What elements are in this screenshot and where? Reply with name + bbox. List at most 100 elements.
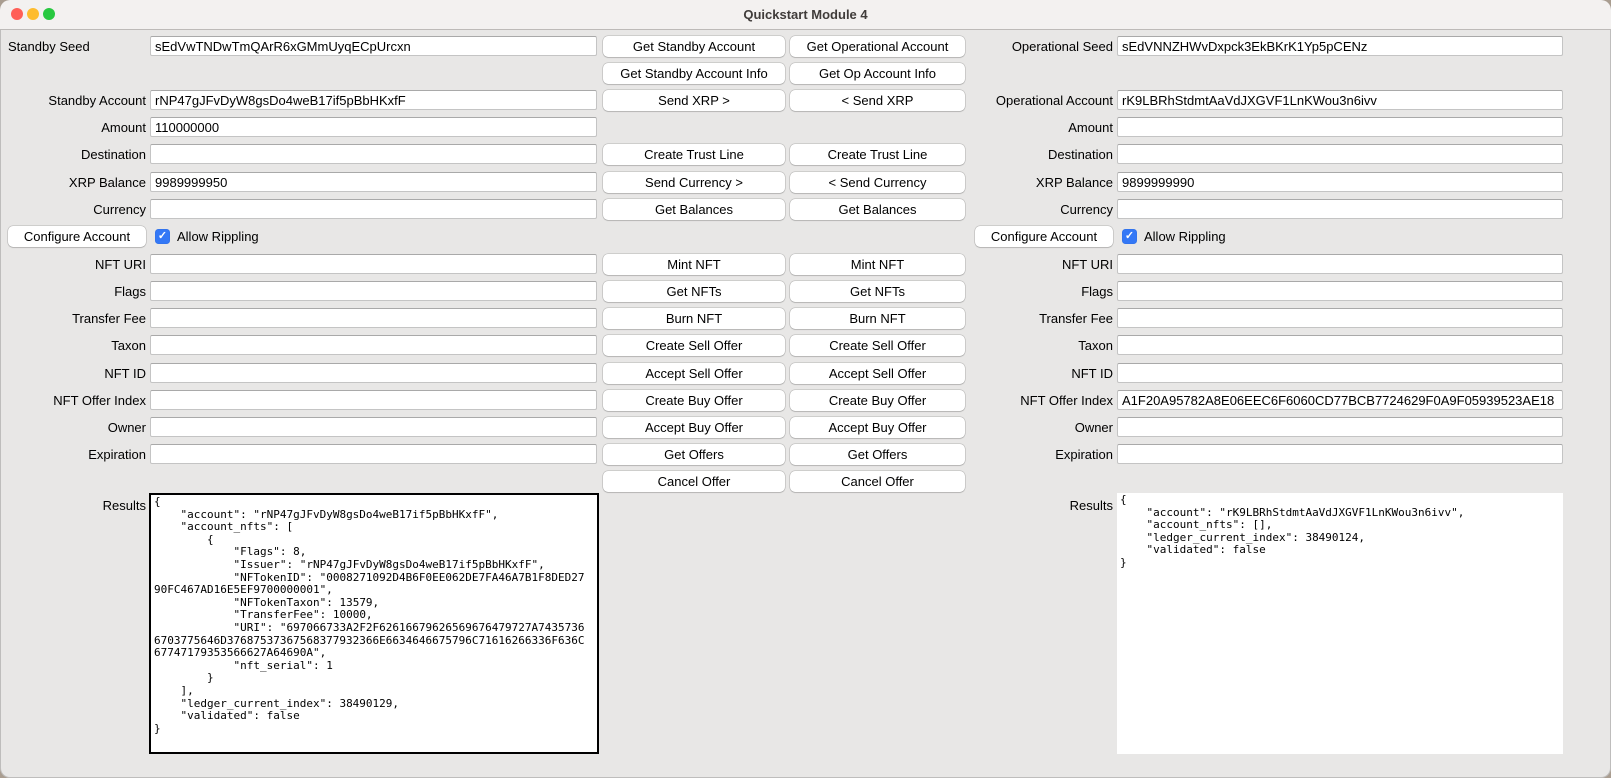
- standby-nft-id-input[interactable]: [150, 363, 597, 383]
- operational-configure-account-button[interactable]: Configure Account: [975, 226, 1113, 247]
- standby-destination-label: Destination: [0, 144, 146, 165]
- operational-destination-label: Destination: [945, 144, 1113, 165]
- operational-mint-nft-button[interactable]: Mint NFT: [790, 254, 965, 275]
- operational-seed-label: Operational Seed: [945, 36, 1113, 57]
- standby-seed-input[interactable]: [150, 36, 597, 56]
- get-standby-account-button[interactable]: Get Standby Account: [603, 36, 785, 57]
- operational-create-buy-offer-button[interactable]: Create Buy Offer: [790, 390, 965, 411]
- operational-send-xrp-button[interactable]: < Send XRP: [790, 90, 965, 111]
- operational-seed-input[interactable]: [1117, 36, 1563, 56]
- standby-xrp-balance-input[interactable]: [150, 172, 597, 192]
- standby-mint-nft-button[interactable]: Mint NFT: [603, 254, 785, 275]
- standby-expiration-input[interactable]: [150, 444, 597, 464]
- standby-currency-label: Currency: [0, 199, 146, 220]
- operational-expiration-input[interactable]: [1117, 444, 1563, 464]
- operational-destination-input[interactable]: [1117, 144, 1563, 164]
- close-button[interactable]: [11, 8, 23, 20]
- operational-results-label: Results: [945, 497, 1113, 515]
- get-operational-account-button[interactable]: Get Operational Account: [790, 36, 965, 57]
- standby-get-offers-button[interactable]: Get Offers: [603, 444, 785, 465]
- standby-nft-id-label: NFT ID: [0, 363, 146, 384]
- standby-xrp-balance-label: XRP Balance: [0, 172, 146, 193]
- operational-send-currency-button[interactable]: < Send Currency: [790, 172, 965, 193]
- standby-account-label: Standby Account: [0, 90, 146, 111]
- operational-transfer-fee-input[interactable]: [1117, 308, 1563, 328]
- standby-create-trust-line-button[interactable]: Create Trust Line: [603, 144, 785, 165]
- standby-accept-buy-offer-button[interactable]: Accept Buy Offer: [603, 417, 785, 438]
- standby-accept-sell-offer-button[interactable]: Accept Sell Offer: [603, 363, 785, 384]
- standby-owner-label: Owner: [0, 417, 146, 438]
- standby-destination-input[interactable]: [150, 144, 597, 164]
- get-standby-account-info-button[interactable]: Get Standby Account Info: [603, 63, 785, 84]
- operational-nft-uri-label: NFT URI: [945, 254, 1113, 275]
- operational-currency-input[interactable]: [1117, 199, 1563, 219]
- operational-taxon-label: Taxon: [945, 335, 1113, 356]
- operational-create-sell-offer-button[interactable]: Create Sell Offer: [790, 335, 965, 356]
- operational-nft-offer-index-input[interactable]: [1117, 390, 1563, 410]
- get-op-account-info-button[interactable]: Get Op Account Info: [790, 63, 965, 84]
- operational-account-input[interactable]: [1117, 90, 1563, 110]
- operational-nft-uri-input[interactable]: [1117, 254, 1563, 274]
- operational-flags-label: Flags: [945, 281, 1113, 302]
- standby-currency-input[interactable]: [150, 199, 597, 219]
- standby-create-sell-offer-button[interactable]: Create Sell Offer: [603, 335, 785, 356]
- operational-get-balances-button[interactable]: Get Balances: [790, 199, 965, 220]
- operational-get-nfts-button[interactable]: Get NFTs: [790, 281, 965, 302]
- standby-results-text[interactable]: { "account": "rNP47gJFvDyW8gsDo4weB17if5…: [149, 493, 599, 754]
- check-icon: ✓: [1125, 230, 1134, 242]
- standby-nft-uri-label: NFT URI: [0, 254, 146, 275]
- standby-owner-input[interactable]: [150, 417, 597, 437]
- operational-nft-id-input[interactable]: [1117, 363, 1563, 383]
- app-window: Quickstart Module 4 Standby Seed Standby…: [0, 0, 1611, 778]
- standby-burn-nft-button[interactable]: Burn NFT: [603, 308, 785, 329]
- operational-nft-id-label: NFT ID: [945, 363, 1113, 384]
- standby-create-buy-offer-button[interactable]: Create Buy Offer: [603, 390, 785, 411]
- operational-transfer-fee-label: Transfer Fee: [945, 308, 1113, 329]
- standby-send-xrp-button[interactable]: Send XRP >: [603, 90, 785, 111]
- standby-taxon-label: Taxon: [0, 335, 146, 356]
- operational-owner-input[interactable]: [1117, 417, 1563, 437]
- operational-burn-nft-button[interactable]: Burn NFT: [790, 308, 965, 329]
- operational-taxon-input[interactable]: [1117, 335, 1563, 355]
- operational-account-label: Operational Account: [945, 90, 1113, 111]
- standby-nft-offer-index-label: NFT Offer Index: [0, 390, 146, 411]
- standby-amount-input[interactable]: [150, 117, 597, 137]
- zoom-button[interactable]: [43, 8, 55, 20]
- operational-cancel-offer-button[interactable]: Cancel Offer: [790, 471, 965, 492]
- standby-transfer-fee-input[interactable]: [150, 308, 597, 328]
- standby-get-balances-button[interactable]: Get Balances: [603, 199, 785, 220]
- operational-accept-buy-offer-button[interactable]: Accept Buy Offer: [790, 417, 965, 438]
- standby-account-input[interactable]: [150, 90, 597, 110]
- standby-configure-account-button[interactable]: Configure Account: [8, 226, 146, 247]
- operational-allow-rippling-checkbox[interactable]: ✓: [1122, 229, 1137, 244]
- standby-nft-uri-input[interactable]: [150, 254, 597, 274]
- standby-send-currency-button[interactable]: Send Currency >: [603, 172, 785, 193]
- standby-flags-label: Flags: [0, 281, 146, 302]
- standby-amount-label: Amount: [0, 117, 146, 138]
- operational-xrp-balance-input[interactable]: [1117, 172, 1563, 192]
- operational-allow-rippling-label: Allow Rippling: [1144, 226, 1226, 247]
- operational-create-trust-line-button[interactable]: Create Trust Line: [790, 144, 965, 165]
- standby-allow-rippling-checkbox[interactable]: ✓: [155, 229, 170, 244]
- operational-results-text[interactable]: { "account": "rK9LBRhStdmtAaVdJXGVF1LnKW…: [1117, 493, 1563, 754]
- standby-results-label: Results: [0, 497, 146, 515]
- standby-nft-offer-index-input[interactable]: [150, 390, 597, 410]
- operational-nft-offer-index-label: NFT Offer Index: [945, 390, 1113, 411]
- standby-cancel-offer-button[interactable]: Cancel Offer: [603, 471, 785, 492]
- standby-allow-rippling-label: Allow Rippling: [177, 226, 259, 247]
- operational-amount-label: Amount: [945, 117, 1113, 138]
- operational-get-offers-button[interactable]: Get Offers: [790, 444, 965, 465]
- standby-results-content: { "account": "rNP47gJFvDyW8gsDo4weB17if5…: [151, 495, 597, 736]
- minimize-button[interactable]: [27, 8, 39, 20]
- operational-xrp-balance-label: XRP Balance: [945, 172, 1113, 193]
- standby-flags-input[interactable]: [150, 281, 597, 301]
- operational-flags-input[interactable]: [1117, 281, 1563, 301]
- operational-amount-input[interactable]: [1117, 117, 1563, 137]
- standby-transfer-fee-label: Transfer Fee: [0, 308, 146, 329]
- standby-seed-label: Standby Seed: [0, 36, 154, 57]
- standby-get-nfts-button[interactable]: Get NFTs: [603, 281, 785, 302]
- operational-expiration-label: Expiration: [945, 444, 1113, 465]
- window-title: Quickstart Module 4: [0, 0, 1611, 29]
- standby-taxon-input[interactable]: [150, 335, 597, 355]
- operational-accept-sell-offer-button[interactable]: Accept Sell Offer: [790, 363, 965, 384]
